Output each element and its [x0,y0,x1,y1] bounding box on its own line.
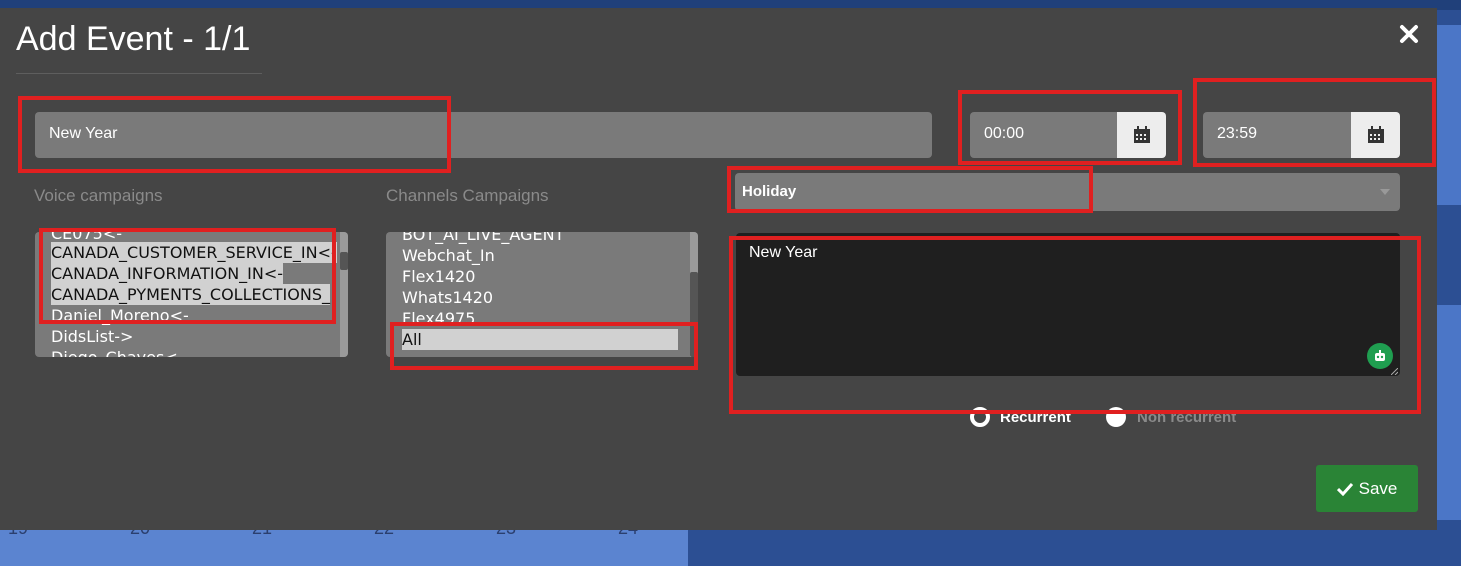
voice-campaigns-label: Voice campaigns [34,186,163,205]
list-item[interactable]: Flex1420 [402,266,475,287]
non-recurrent-label: Non recurrent [1137,409,1237,426]
list-item[interactable]: CANADA_CUSTOMER_SERVICE_IN<- [51,242,337,263]
close-icon[interactable] [1397,22,1421,46]
background-right-strip [1437,10,1461,566]
list-item[interactable]: Flex4975 [402,308,475,329]
start-calendar-button[interactable] [1117,112,1166,158]
channels-campaigns-label: Channels Campaigns [386,186,549,205]
check-icon [1336,482,1353,496]
list-item[interactable]: Diego_Chaves<- [51,347,184,357]
scrollbar-thumb[interactable] [340,252,348,270]
list-item[interactable]: All [402,329,678,350]
non-recurrent-radio[interactable] [1106,407,1126,427]
recurrent-label: Recurrent [1000,409,1071,426]
scrollbar-thumb[interactable] [690,272,698,357]
calendar-icon [1367,126,1384,143]
start-time-input[interactable]: 00:00 [970,112,1118,158]
voice-campaigns-list[interactable]: CE075<- CANADA_CUSTOMER_SERVICE_IN<- CAN… [35,232,348,357]
event-name-input[interactable]: New Year [35,112,932,158]
bot-icon[interactable] [1367,343,1393,369]
title-divider [16,73,262,74]
calendar-icon [1133,126,1150,143]
background-block [1437,305,1461,520]
modal-title: Add Event - 1/1 [16,20,251,58]
list-item[interactable]: Whats1420 [402,287,493,308]
event-type-value: Holiday [742,183,797,200]
save-button[interactable]: Save [1316,465,1418,512]
resize-handle-icon[interactable] [1391,368,1398,375]
list-item[interactable]: DidsList-> [51,326,133,347]
recurrent-radio[interactable] [970,407,990,427]
background-block [1437,25,1461,205]
scrollbar[interactable] [690,232,698,357]
end-calendar-button[interactable] [1351,112,1400,158]
description-textarea[interactable]: New Year [736,233,1400,376]
list-item[interactable]: CANADA_PYMENTS_COLLECTIONS_ [51,284,330,305]
list-item[interactable]: CANADA_INFORMATION_IN<- [51,263,284,284]
chevron-down-icon [1380,189,1390,195]
end-time-input[interactable]: 23:59 [1203,112,1351,158]
list-item[interactable]: Webchat_In [402,245,495,266]
list-item[interactable]: BOT_AI_LIVE_AGENT [402,232,564,245]
channels-campaigns-list[interactable]: BOT_AI_LIVE_AGENT Webchat_In Flex1420 Wh… [386,232,698,357]
event-type-select[interactable]: Holiday [735,173,1400,211]
list-item[interactable]: Daniel_Moreno<- [51,305,189,326]
save-label: Save [1358,478,1398,498]
robot-glyph [1375,350,1385,361]
scrollbar[interactable] [340,232,348,357]
